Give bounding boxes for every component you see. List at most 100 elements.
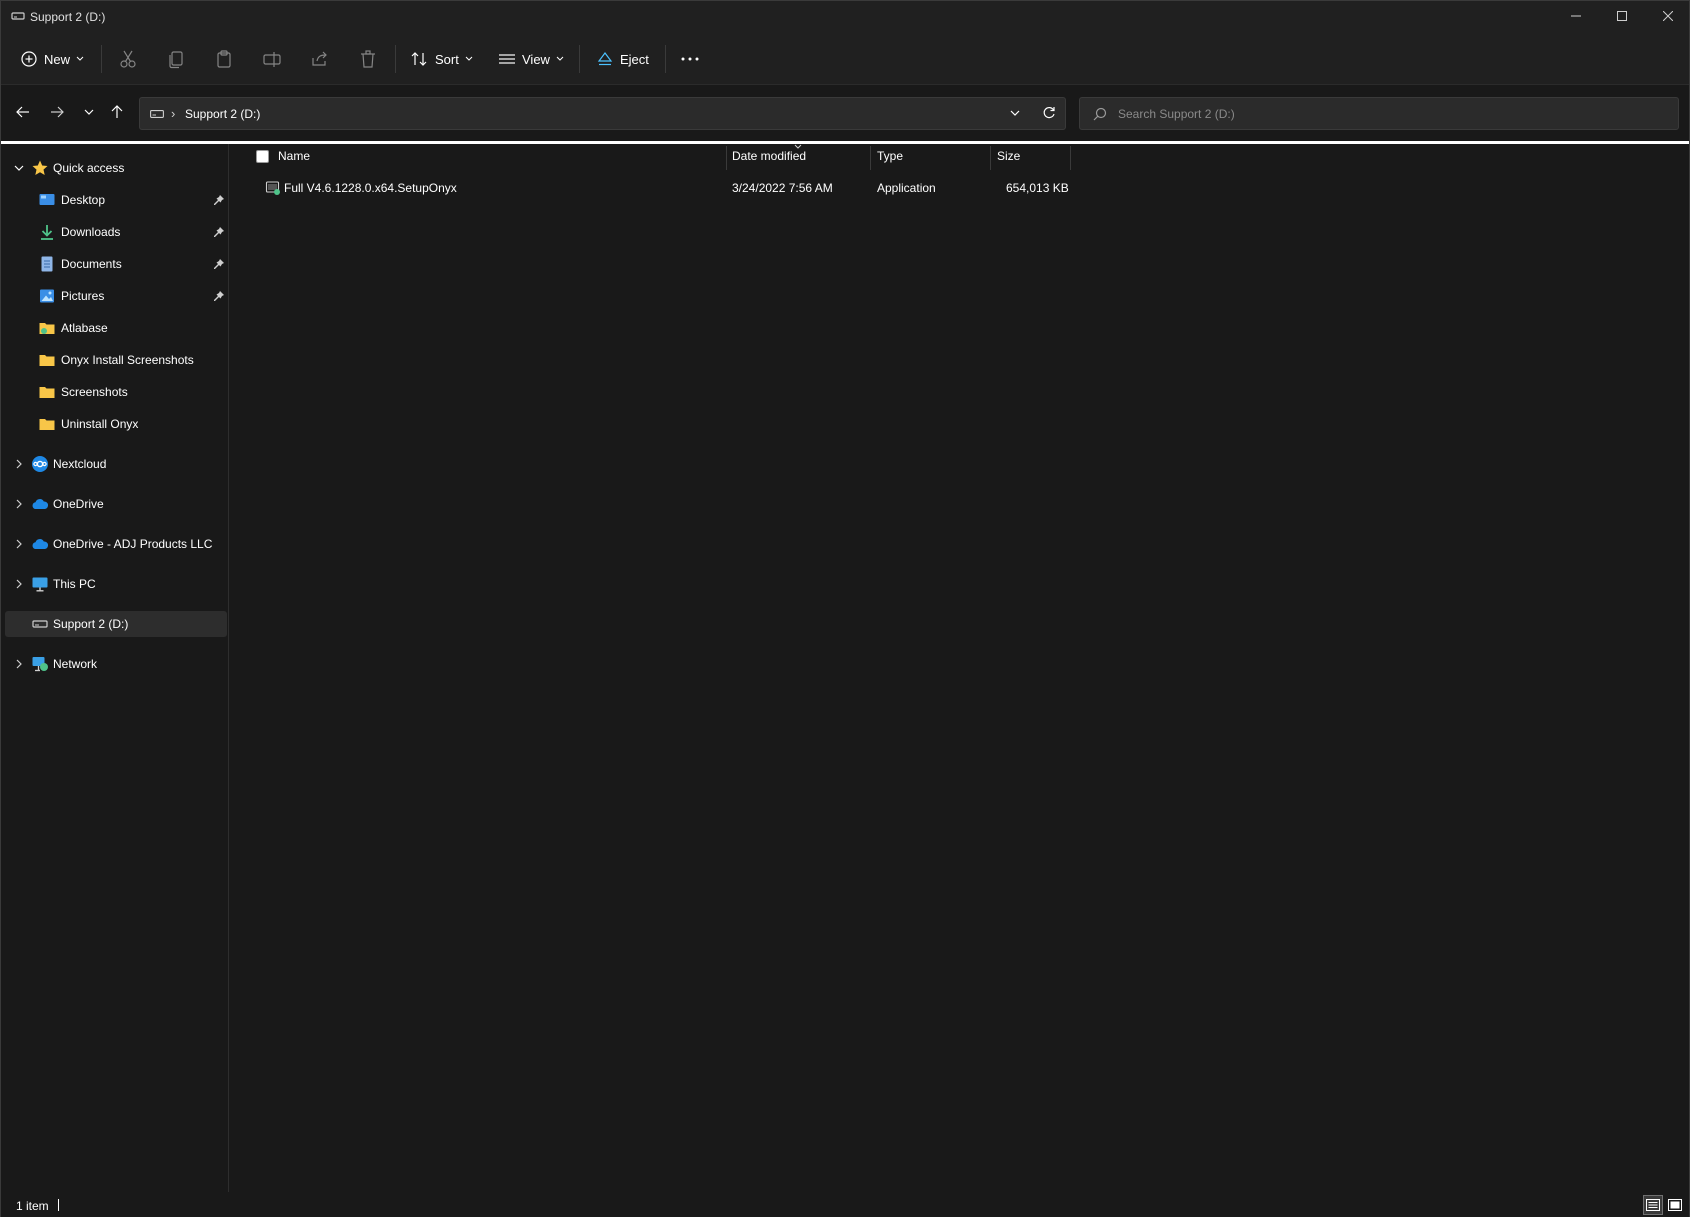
- sidebar-item-pictures[interactable]: Pictures: [5, 283, 227, 309]
- forward-button[interactable]: [45, 100, 69, 124]
- new-button[interactable]: New: [21, 43, 84, 75]
- chevron-right-icon[interactable]: [13, 458, 25, 470]
- paste-icon[interactable]: [214, 49, 234, 69]
- toolbar-divider: [101, 45, 102, 73]
- sidebar-item-uninstall-onyx[interactable]: Uninstall Onyx: [5, 411, 227, 437]
- folder-icon: [39, 387, 55, 398]
- sidebar-item-screenshots[interactable]: Screenshots: [5, 379, 227, 405]
- up-button[interactable]: [105, 100, 129, 124]
- file-list: Name Date modified Type Size Full V4.6.1…: [230, 144, 1690, 1192]
- column-header-type[interactable]: Type: [877, 149, 903, 163]
- file-name[interactable]: Full V4.6.1228.0.x64.SetupOnyx: [284, 181, 457, 195]
- address-bar[interactable]: › Support 2 (D:): [139, 97, 1066, 130]
- plus-circle-icon: [21, 51, 37, 67]
- sidebar-item-this-pc[interactable]: This PC: [5, 571, 227, 597]
- folder-icon: [39, 419, 55, 430]
- window-title: Support 2 (D:): [30, 10, 106, 24]
- recent-locations-button[interactable]: [77, 100, 101, 124]
- column-divider[interactable]: [990, 146, 991, 170]
- folder-icon: [39, 355, 55, 366]
- chevron-right-icon[interactable]: [13, 578, 25, 590]
- close-button[interactable]: [1645, 1, 1690, 31]
- sidebar-item-downloads[interactable]: Downloads: [5, 219, 227, 245]
- sidebar-item-label: OneDrive: [53, 497, 104, 511]
- search-box[interactable]: [1079, 97, 1679, 130]
- view-list-icon: [499, 54, 515, 64]
- sidebar-item-desktop[interactable]: Desktop: [5, 187, 227, 213]
- select-all-checkbox[interactable]: [256, 150, 269, 163]
- eject-icon: [597, 52, 613, 66]
- pictures-icon: [40, 289, 54, 303]
- pin-icon[interactable]: [213, 226, 225, 238]
- large-icons-view-button[interactable]: [1665, 1195, 1685, 1215]
- arrow-up-icon: [111, 105, 123, 118]
- chevron-down-icon: [84, 109, 94, 115]
- desktop-icon: [39, 194, 55, 205]
- chevron-right-icon[interactable]: [13, 658, 25, 670]
- onedrive-icon: [32, 499, 49, 509]
- sidebar-item-network[interactable]: Network: [5, 651, 227, 677]
- sidebar-item-label: OneDrive - ADJ Products LLC: [53, 537, 213, 551]
- sidebar-item-label: Quick access: [53, 161, 125, 175]
- navigation-pane: Quick access Desktop Downloads Documents…: [1, 144, 229, 1192]
- chevron-down-icon: [76, 56, 84, 61]
- pin-icon[interactable]: [213, 290, 225, 302]
- column-divider[interactable]: [870, 146, 871, 170]
- minimize-button[interactable]: [1553, 1, 1599, 31]
- sidebar-item-onedrive-adj[interactable]: OneDrive - ADJ Products LLC: [5, 531, 227, 557]
- sort-button[interactable]: Sort: [410, 43, 473, 75]
- sidebar-item-label: Documents: [61, 257, 122, 271]
- breadcrumb-separator[interactable]: ›: [171, 106, 175, 121]
- sidebar-item-onedrive[interactable]: OneDrive: [5, 491, 227, 517]
- sidebar-item-label: This PC: [53, 577, 96, 591]
- sidebar-item-nextcloud[interactable]: Nextcloud: [5, 451, 227, 477]
- column-header-size[interactable]: Size: [997, 149, 1020, 163]
- details-view-button[interactable]: [1643, 1195, 1663, 1215]
- drive-icon: [32, 620, 48, 628]
- pin-icon[interactable]: [213, 194, 225, 206]
- sidebar-item-quick-access[interactable]: Quick access: [5, 155, 227, 181]
- maximize-button[interactable]: [1599, 1, 1645, 31]
- command-bar: New Sort View Eject: [1, 33, 1689, 85]
- arrow-left-icon: [16, 106, 29, 118]
- pin-icon[interactable]: [213, 258, 225, 270]
- column-divider[interactable]: [726, 146, 727, 170]
- column-divider[interactable]: [1070, 146, 1071, 170]
- file-row[interactable]: Full V4.6.1228.0.x64.SetupOnyx 3/24/2022…: [250, 176, 1300, 200]
- minimize-icon: [1571, 15, 1581, 17]
- status-divider: [58, 1199, 59, 1211]
- copy-icon[interactable]: [166, 49, 186, 69]
- toolbar-divider: [395, 45, 396, 73]
- star-icon: [32, 160, 48, 175]
- sort-label: Sort: [435, 51, 459, 67]
- cut-icon[interactable]: [118, 49, 138, 69]
- breadcrumb-drive[interactable]: Support 2 (D:): [185, 107, 260, 121]
- column-header-date-modified[interactable]: Date modified: [732, 149, 806, 163]
- sidebar-item-support-2-drive[interactable]: Support 2 (D:): [5, 611, 227, 637]
- view-button[interactable]: View: [499, 43, 564, 75]
- sidebar-item-documents[interactable]: Documents: [5, 251, 227, 277]
- chevron-right-icon[interactable]: [13, 498, 25, 510]
- back-button[interactable]: [11, 100, 35, 124]
- share-icon[interactable]: [310, 49, 330, 69]
- refresh-icon[interactable]: [1042, 106, 1056, 120]
- more-options-button[interactable]: [681, 43, 699, 75]
- details-view-icon: [1646, 1199, 1660, 1211]
- sidebar-item-label: Desktop: [61, 193, 106, 207]
- title-bar[interactable]: Support 2 (D:): [1, 1, 1689, 33]
- column-header-name[interactable]: Name: [278, 149, 310, 163]
- sidebar-item-label: Onyx Install Screenshots: [61, 353, 194, 367]
- toolbar-divider: [665, 45, 666, 73]
- delete-icon[interactable]: [358, 49, 378, 69]
- sidebar-item-label: Screenshots: [61, 385, 128, 399]
- rename-icon[interactable]: [262, 49, 282, 69]
- view-label: View: [522, 51, 550, 67]
- chevron-down-icon[interactable]: [13, 162, 25, 174]
- sidebar-item-atlabase[interactable]: Atlabase: [5, 315, 227, 341]
- sidebar-item-onyx-install-screenshots[interactable]: Onyx Install Screenshots: [5, 347, 227, 373]
- this-pc-icon: [32, 577, 48, 592]
- chevron-down-icon[interactable]: [1010, 107, 1020, 119]
- chevron-right-icon[interactable]: [13, 538, 25, 550]
- search-input[interactable]: [1118, 105, 1658, 123]
- eject-button[interactable]: Eject: [597, 43, 649, 75]
